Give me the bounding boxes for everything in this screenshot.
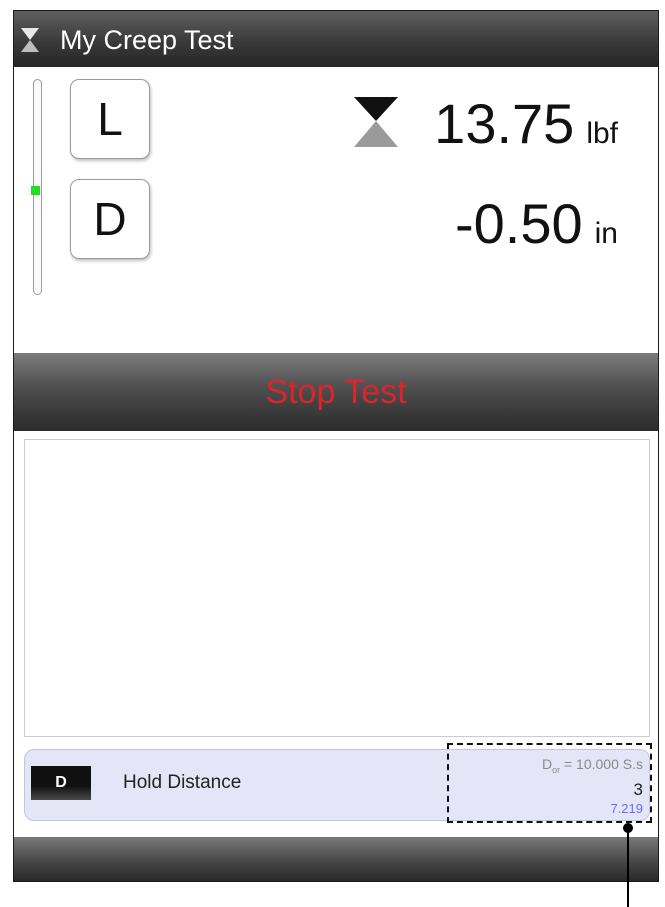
step-channel-tag: D bbox=[31, 766, 91, 800]
test-title: My Creep Test bbox=[60, 25, 234, 55]
load-reading: 13.75 lbf bbox=[434, 91, 618, 156]
distance-reading: -0.50 in bbox=[455, 191, 618, 256]
tare-icon[interactable] bbox=[354, 97, 398, 147]
stop-test-button[interactable]: Stop Test bbox=[14, 353, 658, 431]
callout-line bbox=[627, 828, 629, 907]
callout-box bbox=[447, 743, 652, 823]
distance-value: -0.50 bbox=[455, 192, 583, 255]
load-channel-button[interactable]: L bbox=[70, 79, 150, 159]
distance-channel-button[interactable]: D bbox=[70, 179, 150, 259]
level-indicator bbox=[31, 79, 42, 295]
level-marker bbox=[31, 186, 40, 195]
bottom-bar bbox=[14, 837, 658, 881]
load-value: 13.75 bbox=[434, 92, 575, 155]
test-graph-area bbox=[24, 439, 650, 737]
title-bar: My Creep Test bbox=[14, 11, 658, 67]
distance-unit: in bbox=[594, 217, 618, 250]
step-name: Hold Distance bbox=[123, 772, 242, 793]
hourglass-icon bbox=[21, 28, 39, 52]
load-unit: lbf bbox=[586, 117, 618, 150]
